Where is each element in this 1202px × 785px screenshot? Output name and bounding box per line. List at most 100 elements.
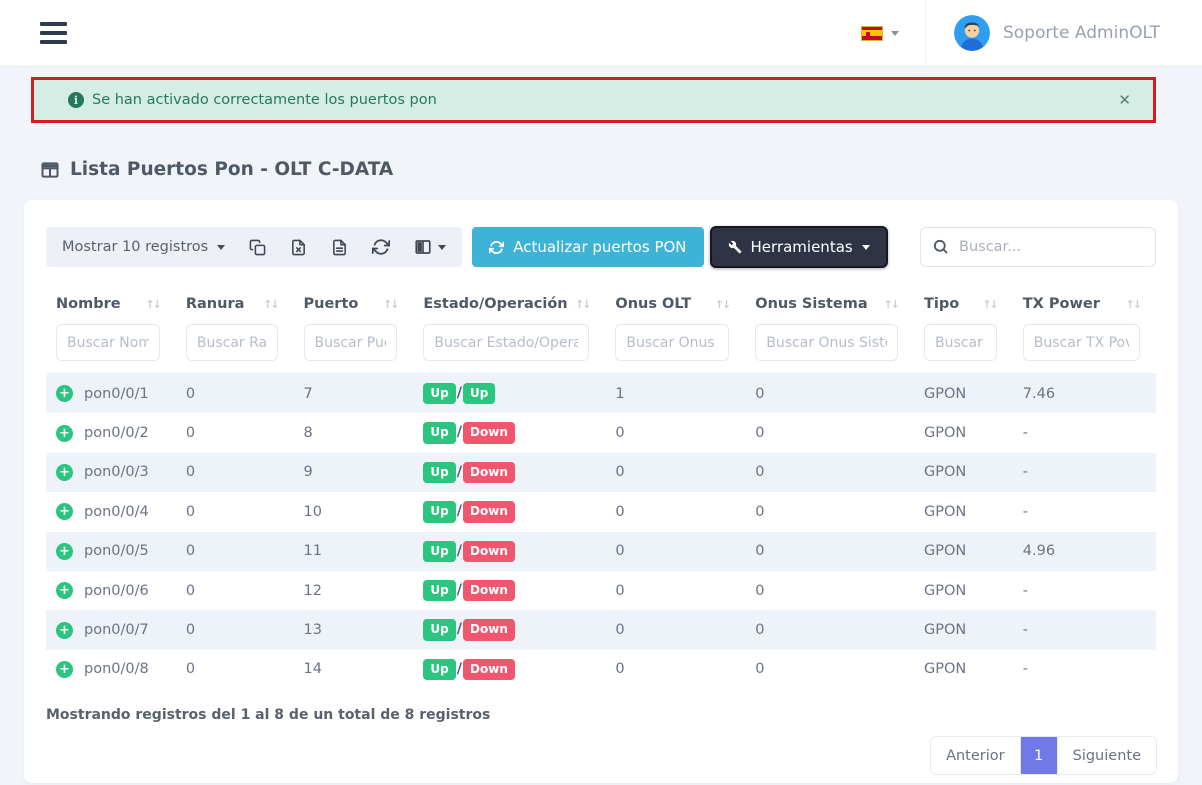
onus-sistema-cell: 0 — [745, 571, 914, 610]
table-icon — [40, 160, 60, 180]
sort-icon: ↑↓ — [383, 298, 401, 311]
column-header-ranura[interactable]: Ranura↑↓ — [176, 288, 294, 320]
estado-operacion-cell: Up/Up — [413, 374, 605, 414]
page-length-dropdown[interactable]: Mostrar 10 registros — [62, 239, 225, 255]
ranura-cell: 0 — [176, 413, 294, 452]
expand-row-icon[interactable]: + — [56, 661, 73, 678]
column-header-tipo[interactable]: Tipo↑↓ — [914, 288, 1013, 320]
reload-icon[interactable] — [372, 238, 390, 256]
tx-power-cell: 7.46 — [1013, 374, 1156, 414]
filter-input-nombre[interactable] — [56, 324, 160, 361]
column-header-estado-operaci-n[interactable]: Estado/Operación↑↓ — [413, 288, 605, 320]
sort-icon: ↑↓ — [1126, 298, 1144, 311]
filter-input-ranura[interactable] — [186, 324, 278, 361]
caret-down-icon — [891, 31, 899, 36]
column-header-nombre[interactable]: Nombre↑↓ — [46, 288, 176, 320]
filter-input-estado-operaci-n[interactable] — [423, 324, 589, 361]
column-header-tx-power[interactable]: TX Power↑↓ — [1013, 288, 1156, 320]
filter-input-tx-power[interactable] — [1023, 324, 1140, 361]
table-header-row: Nombre↑↓Ranura↑↓Puerto↑↓Estado/Operación… — [46, 288, 1156, 320]
user-menu[interactable]: Soporte AdminOLT — [926, 15, 1202, 51]
status-badge-down: Down — [463, 422, 515, 443]
estado-operacion-cell: Up/Down — [413, 571, 605, 610]
filter-input-puerto[interactable] — [304, 324, 398, 361]
tx-power-cell: - — [1013, 650, 1156, 689]
table-row: +pon0/0/7013Up/Down00GPON- — [46, 610, 1156, 649]
table-row: +pon0/0/8014Up/Down00GPON- — [46, 650, 1156, 689]
table-row: +pon0/0/5011Up/Down00GPON4.96 — [46, 532, 1156, 571]
port-name: pon0/0/6 — [84, 583, 149, 599]
onus-sistema-cell: 0 — [745, 610, 914, 649]
estado-operacion-cell: Up/Down — [413, 413, 605, 452]
expand-row-icon[interactable]: + — [56, 622, 73, 639]
expand-row-icon[interactable]: + — [56, 385, 73, 402]
status-badge-up: Up — [423, 383, 455, 404]
user-avatar-icon — [954, 15, 990, 51]
copy-icon[interactable] — [249, 239, 266, 256]
puerto-cell: 9 — [294, 453, 414, 492]
tipo-cell: GPON — [914, 610, 1013, 649]
language-selector[interactable] — [835, 26, 925, 41]
hamburger-menu-icon[interactable] — [40, 22, 67, 44]
refresh-icon — [489, 240, 504, 255]
onus-sistema-cell: 0 — [745, 650, 914, 689]
tx-power-cell: - — [1013, 413, 1156, 452]
ranura-cell: 0 — [176, 453, 294, 492]
tx-power-cell: - — [1013, 453, 1156, 492]
table-row: +pon0/0/107Up/Up10GPON7.46 — [46, 374, 1156, 414]
status-badge-up: Up — [423, 659, 455, 680]
puerto-cell: 7 — [294, 374, 414, 414]
port-name: pon0/0/3 — [84, 464, 149, 480]
column-header-puerto[interactable]: Puerto↑↓ — [294, 288, 414, 320]
pagination-page-1-button[interactable]: 1 — [1021, 737, 1058, 774]
status-badge-down: Down — [463, 462, 515, 483]
table-info: Mostrando registros del 1 al 8 de un tot… — [46, 707, 1156, 723]
sort-icon: ↑↓ — [145, 298, 163, 311]
expand-row-icon[interactable]: + — [56, 582, 73, 599]
puerto-cell: 13 — [294, 610, 414, 649]
toolbar-button-group: Mostrar 10 registros — [46, 227, 462, 267]
expand-row-icon[interactable]: + — [56, 543, 73, 560]
alert-highlight-box: i Se han activado correctamente los puer… — [31, 77, 1156, 123]
status-badge-up: Up — [423, 580, 455, 601]
tipo-cell: GPON — [914, 413, 1013, 452]
expand-row-icon[interactable]: + — [56, 464, 73, 481]
excel-export-icon[interactable] — [290, 239, 307, 256]
status-badge-up: Up — [423, 422, 455, 443]
port-name: pon0/0/1 — [84, 386, 149, 402]
expand-row-icon[interactable]: + — [56, 503, 73, 520]
pagination-previous-button[interactable]: Anterior — [931, 737, 1021, 774]
ranura-cell: 0 — [176, 650, 294, 689]
search-input[interactable] — [920, 227, 1156, 267]
expand-row-icon[interactable]: + — [56, 425, 73, 442]
sort-icon: ↑↓ — [982, 298, 1000, 311]
column-visibility-icon[interactable] — [414, 238, 446, 256]
status-badge-down: Down — [463, 659, 515, 680]
tipo-cell: GPON — [914, 453, 1013, 492]
caret-down-icon — [217, 245, 225, 250]
column-header-onus-sistema[interactable]: Onus Sistema↑↓ — [745, 288, 914, 320]
column-header-onus-olt[interactable]: Onus OLT↑↓ — [605, 288, 745, 320]
tx-power-cell: - — [1013, 610, 1156, 649]
alert-close-icon[interactable]: ✕ — [1118, 91, 1131, 109]
onus-olt-cell: 0 — [605, 571, 745, 610]
ranura-cell: 0 — [176, 610, 294, 649]
pagination-next-button[interactable]: Siguiente — [1058, 737, 1156, 774]
puerto-cell: 11 — [294, 532, 414, 571]
pon-ports-table: Nombre↑↓Ranura↑↓Puerto↑↓Estado/Operación… — [46, 288, 1156, 689]
ranura-cell: 0 — [176, 532, 294, 571]
filter-input-tipo[interactable] — [924, 324, 997, 361]
port-name: pon0/0/4 — [84, 504, 149, 520]
estado-operacion-cell: Up/Down — [413, 532, 605, 571]
status-badge-up: Up — [423, 462, 455, 483]
status-badge-up: Up — [423, 541, 455, 562]
sort-icon: ↑↓ — [575, 298, 593, 311]
tx-power-cell: - — [1013, 571, 1156, 610]
ranura-cell: 0 — [176, 374, 294, 414]
filter-input-onus-olt[interactable] — [615, 324, 729, 361]
table-row: +pon0/0/6012Up/Down00GPON- — [46, 571, 1156, 610]
tools-dropdown-button[interactable]: Herramientas — [710, 226, 888, 268]
file-export-icon[interactable] — [331, 239, 348, 256]
filter-input-onus-sistema[interactable] — [755, 324, 898, 361]
refresh-pon-ports-button[interactable]: Actualizar puertos PON — [472, 227, 703, 267]
